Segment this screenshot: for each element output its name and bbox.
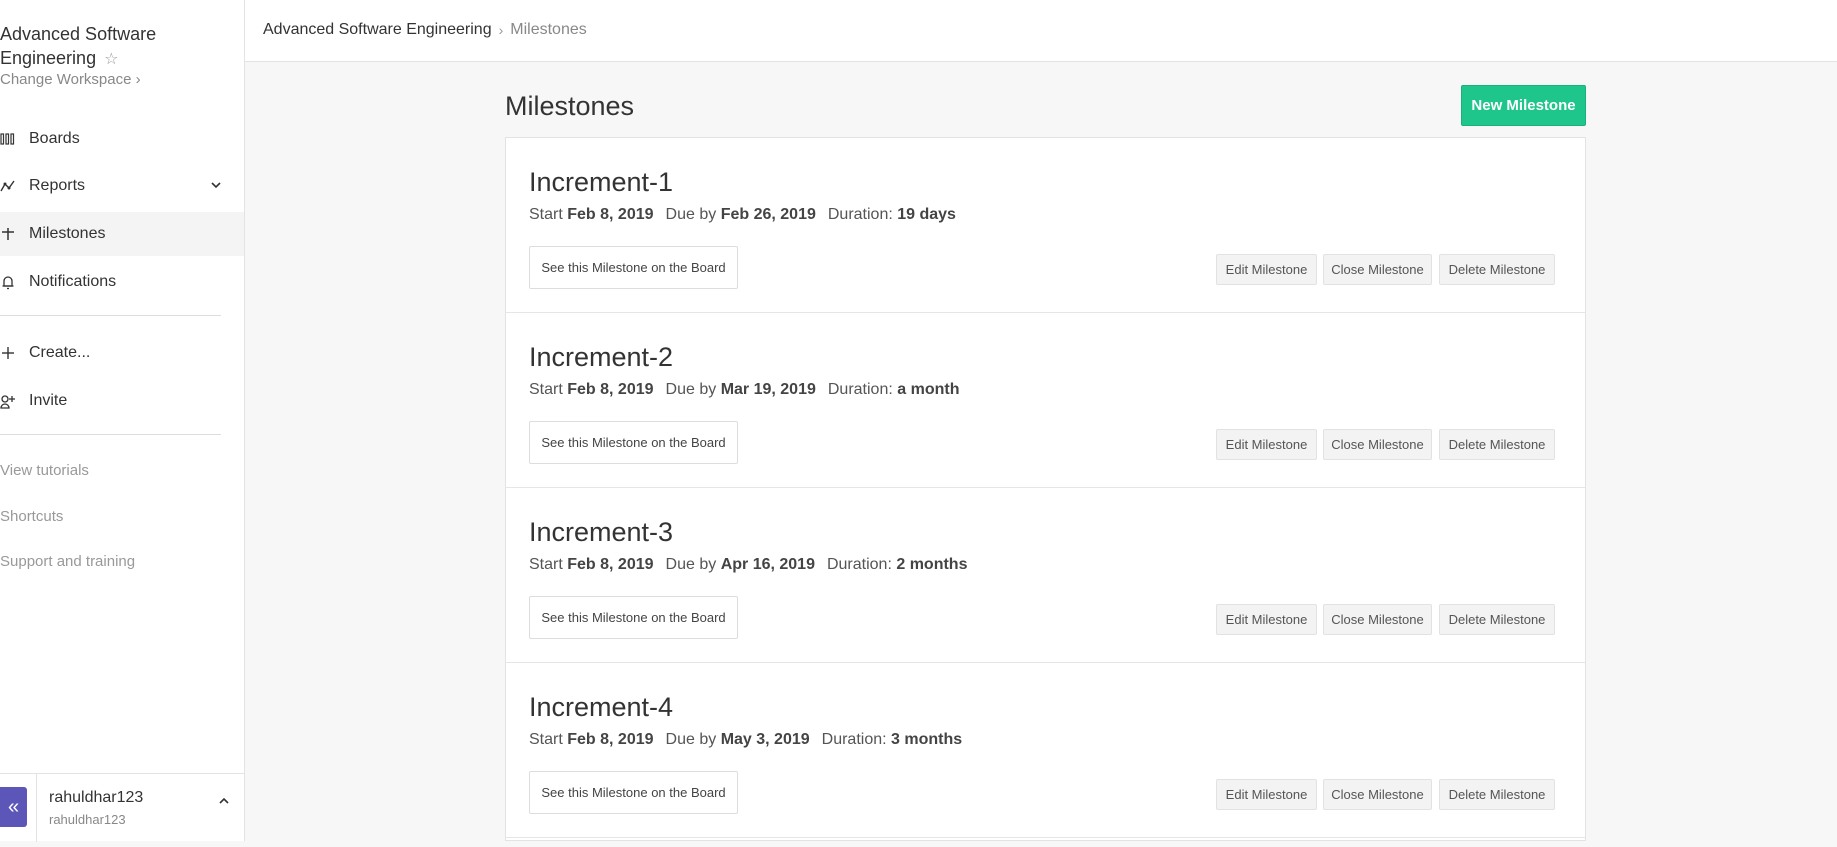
- milestone-card: Increment-4 Start Feb 8, 2019 Due by May …: [506, 663, 1585, 838]
- milestones-icon: [0, 226, 16, 242]
- sidebar-item-label: Milestones: [29, 225, 106, 242]
- see-on-board-button[interactable]: See this Milestone on the Board: [529, 771, 738, 814]
- reports-icon: [0, 178, 16, 194]
- delete-milestone-button[interactable]: Delete Milestone: [1439, 604, 1555, 635]
- user-divider: [36, 774, 37, 842]
- edit-milestone-button[interactable]: Edit Milestone: [1216, 254, 1317, 285]
- bell-icon: [0, 274, 16, 290]
- delete-milestone-button[interactable]: Delete Milestone: [1439, 254, 1555, 285]
- user-name: rahuldhar123: [49, 789, 144, 806]
- duration-label: Duration:: [827, 206, 893, 223]
- close-milestone-button[interactable]: Close Milestone: [1323, 604, 1432, 635]
- duration-value: 19 days: [897, 206, 956, 223]
- chevron-down-icon[interactable]: [210, 178, 222, 196]
- milestone-list: Increment-1 Start Feb 8, 2019 Due by Feb …: [505, 137, 1586, 841]
- sidebar-divider: [0, 315, 221, 316]
- start-date: Feb 8, 2019: [567, 556, 654, 573]
- close-milestone-button[interactable]: Close Milestone: [1323, 254, 1432, 285]
- close-milestone-button[interactable]: Close Milestone: [1323, 779, 1432, 810]
- start-label: Start: [529, 731, 563, 748]
- breadcrumb: Advanced Software Engineering › Mileston…: [263, 21, 587, 39]
- chevron-up-icon[interactable]: [218, 794, 230, 812]
- view-tutorials-link[interactable]: View tutorials: [0, 462, 89, 479]
- plus-icon: [0, 345, 16, 361]
- milestone-meta: Start Feb 8, 2019 Due by Apr 16, 2019 Dura…: [529, 556, 967, 574]
- milestone-card: Increment-1 Start Feb 8, 2019 Due by Feb …: [506, 138, 1585, 313]
- duration-value: 3 months: [891, 731, 963, 748]
- milestone-title: Increment-2: [529, 342, 674, 372]
- see-on-board-button[interactable]: See this Milestone on the Board: [529, 596, 738, 639]
- breadcrumb-current: Milestones: [510, 21, 587, 38]
- change-workspace-link[interactable]: Change Workspace ›: [0, 71, 141, 88]
- new-milestone-button[interactable]: New Milestone: [1461, 85, 1586, 126]
- milestone-meta: Start Feb 8, 2019 Due by Mar 19, 2019 Dura…: [529, 381, 959, 399]
- duration-label: Duration:: [827, 381, 893, 398]
- milestone-title: Increment-4: [529, 692, 674, 722]
- milestone-meta: Start Feb 8, 2019 Due by May 3, 2019 Durat…: [529, 731, 962, 749]
- sidebar-item-notifications[interactable]: Notifications: [0, 260, 244, 304]
- invite-icon: [0, 393, 16, 409]
- edit-milestone-button[interactable]: Edit Milestone: [1216, 429, 1317, 460]
- delete-milestone-button[interactable]: Delete Milestone: [1439, 779, 1555, 810]
- sidebar-item-boards[interactable]: Boards: [0, 117, 244, 161]
- due-label: Due by: [665, 381, 717, 398]
- double-chevron-left-icon: «: [7, 795, 20, 818]
- see-on-board-button[interactable]: See this Milestone on the Board: [529, 421, 738, 464]
- top-bar: Advanced Software Engineering › Mileston…: [245, 0, 1837, 62]
- support-training-link[interactable]: Support and training: [0, 553, 135, 570]
- see-on-board-button[interactable]: See this Milestone on the Board: [529, 246, 738, 289]
- chevron-right-icon: ›: [498, 22, 504, 38]
- sidebar-item-label: Create...: [29, 344, 91, 361]
- duration-label: Duration:: [826, 556, 892, 573]
- collapse-sidebar-button[interactable]: «: [0, 787, 27, 827]
- due-label: Due by: [665, 731, 717, 748]
- duration-value: a month: [897, 381, 960, 398]
- star-icon[interactable]: ☆: [104, 48, 118, 72]
- due-date: May 3, 2019: [720, 731, 810, 748]
- milestone-card: Increment-2 Start Feb 8, 2019 Due by Mar …: [506, 313, 1585, 488]
- milestone-title: Increment-3: [529, 517, 674, 547]
- shortcuts-link[interactable]: Shortcuts: [0, 508, 63, 525]
- page-title: Milestones: [505, 91, 635, 121]
- start-label: Start: [529, 206, 563, 223]
- start-label: Start: [529, 381, 563, 398]
- sidebar-item-label: Reports: [29, 177, 86, 194]
- duration-value: 2 months: [896, 556, 968, 573]
- edit-milestone-button[interactable]: Edit Milestone: [1216, 779, 1317, 810]
- user-handle: rahuldhar123: [49, 812, 126, 827]
- due-label: Due by: [665, 556, 717, 573]
- start-date: Feb 8, 2019: [567, 381, 654, 398]
- sidebar: Advanced Software Engineering ☆ Change Wo…: [0, 0, 245, 842]
- duration-label: Duration:: [821, 731, 887, 748]
- user-panel[interactable]: « rahuldhar123 rahuldhar123: [0, 773, 244, 842]
- close-milestone-button[interactable]: Close Milestone: [1323, 429, 1432, 460]
- start-date: Feb 8, 2019: [567, 731, 654, 748]
- workspace-title-text: Advanced Software Engineering: [0, 24, 157, 68]
- boards-icon: [0, 131, 16, 147]
- sidebar-item-label: Notifications: [29, 273, 117, 290]
- sidebar-item-invite[interactable]: Invite: [0, 379, 244, 423]
- due-date: Mar 19, 2019: [720, 381, 816, 398]
- milestone-meta: Start Feb 8, 2019 Due by Feb 26, 2019 Dura…: [529, 206, 956, 224]
- edit-milestone-button[interactable]: Edit Milestone: [1216, 604, 1317, 635]
- start-date: Feb 8, 2019: [567, 206, 654, 223]
- workspace-title[interactable]: Advanced Software Engineering ☆: [0, 22, 200, 72]
- milestone-title: Increment-1: [529, 167, 674, 197]
- delete-milestone-button[interactable]: Delete Milestone: [1439, 429, 1555, 460]
- breadcrumb-workspace[interactable]: Advanced Software Engineering: [263, 21, 492, 39]
- due-label: Due by: [665, 206, 717, 223]
- sidebar-item-milestones[interactable]: Milestones: [0, 212, 244, 256]
- sidebar-item-reports[interactable]: Reports: [0, 164, 244, 208]
- sidebar-divider: [0, 434, 221, 435]
- sidebar-item-label: Boards: [29, 130, 80, 147]
- start-label: Start: [529, 556, 563, 573]
- due-date: Apr 16, 2019: [720, 556, 815, 573]
- due-date: Feb 26, 2019: [720, 206, 816, 223]
- sidebar-item-create[interactable]: Create...: [0, 331, 244, 375]
- sidebar-item-label: Invite: [29, 392, 68, 409]
- milestone-card: Increment-3 Start Feb 8, 2019 Due by Apr …: [506, 488, 1585, 663]
